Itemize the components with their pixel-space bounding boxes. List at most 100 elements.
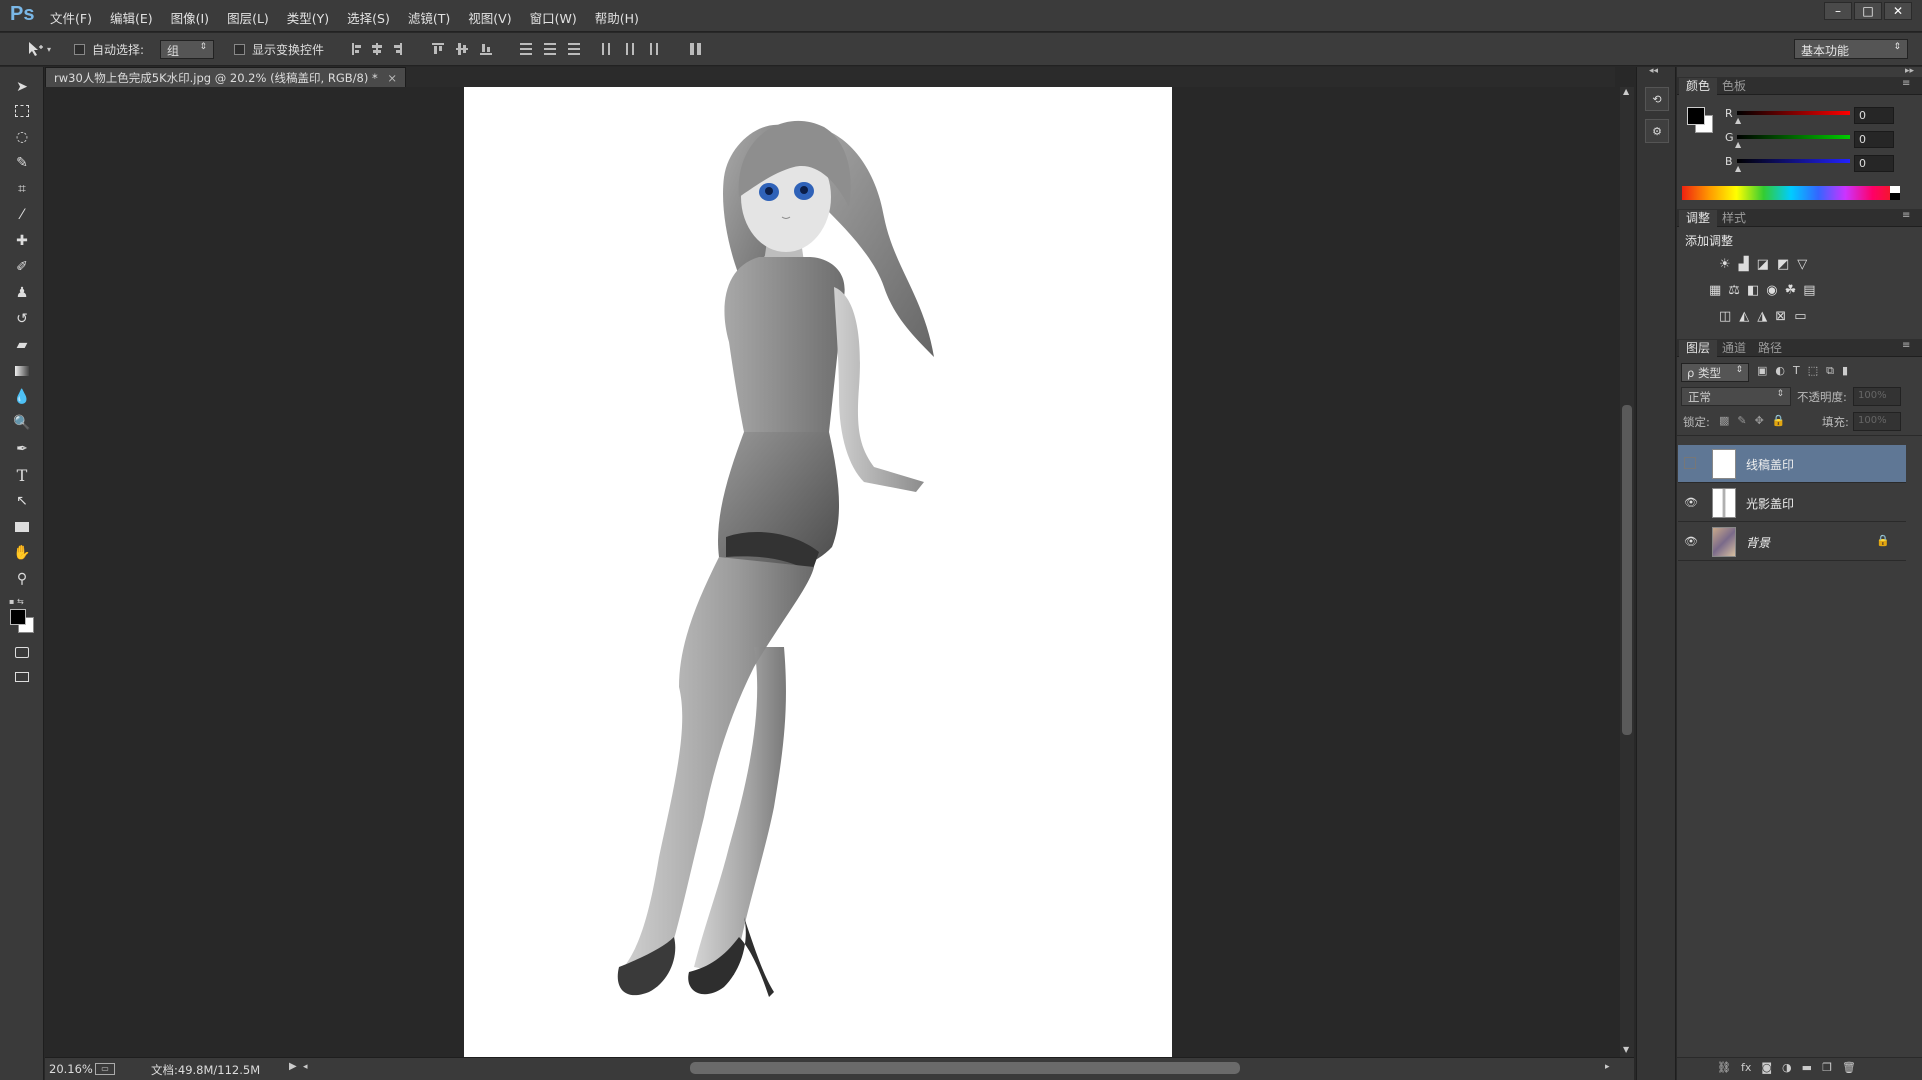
black-white-ramp[interactable] <box>1890 186 1900 200</box>
horizontal-scroll-thumb[interactable] <box>690 1062 1240 1074</box>
layer-row-lighting[interactable]: 👁 光影盖印 <box>1678 484 1906 522</box>
swap-colors-icon[interactable]: ▪ ⇆ <box>9 597 35 606</box>
workspace-dropdown[interactable]: 基本功能 ⇕ <box>1794 39 1908 59</box>
tab-color[interactable]: 颜色 <box>1679 78 1718 95</box>
eyedropper-tool-icon[interactable]: ⁄ <box>12 205 32 225</box>
shape-filter-icon[interactable]: ⬚ <box>1808 364 1818 378</box>
type-filter-icon[interactable]: T <box>1793 364 1800 378</box>
color-spectrum-bar[interactable] <box>1682 186 1900 200</box>
tab-layers[interactable]: 图层 <box>1679 340 1718 357</box>
move-tool-preset[interactable]: ▾ <box>26 39 62 59</box>
brightness-contrast-icon[interactable]: ☀ <box>1719 257 1731 272</box>
crop-tool-icon[interactable]: ⌗ <box>12 179 32 199</box>
curves-icon[interactable]: ◪ <box>1757 257 1769 272</box>
scroll-left-arrow-icon[interactable]: ◂ <box>303 1062 308 1072</box>
close-window-button[interactable]: ✕ <box>1884 2 1912 20</box>
posterize-icon[interactable]: ◭ <box>1739 309 1749 324</box>
type-tool-icon[interactable]: T <box>12 465 32 485</box>
tab-channels[interactable]: 通道 <box>1715 340 1753 357</box>
blend-mode-dropdown[interactable]: 正常 ⇕ <box>1681 387 1791 406</box>
color-lookup-icon[interactable]: ▤ <box>1803 283 1815 298</box>
filter-toggle-icon[interactable]: ▮ <box>1842 364 1848 378</box>
black-white-icon[interactable]: ◧ <box>1747 283 1759 298</box>
color-balance-icon[interactable]: ⚖ <box>1728 283 1740 298</box>
quick-mask-icon[interactable] <box>12 642 32 662</box>
threshold-icon[interactable]: ◮ <box>1757 309 1767 324</box>
levels-icon[interactable]: ▟ <box>1739 257 1749 272</box>
green-slider[interactable] <box>1737 135 1850 139</box>
tab-swatches[interactable]: 色板 <box>1715 78 1753 95</box>
align-distribute-icons[interactable] <box>350 41 710 57</box>
history-panel-icon[interactable]: ⟲ <box>1645 87 1669 111</box>
color-foreground-swatch[interactable] <box>1687 107 1705 125</box>
blur-tool-icon[interactable]: 💧 <box>12 387 32 407</box>
pixel-filter-icon[interactable]: ▣ <box>1757 364 1767 378</box>
foreground-color-swatch[interactable] <box>10 609 26 625</box>
panel-menu-icon[interactable]: ≡ <box>1902 78 1910 89</box>
panel-menu-icon[interactable]: ≡ <box>1902 340 1910 351</box>
quick-select-tool-icon[interactable]: ✎ <box>12 153 32 173</box>
fill-field[interactable]: 100% <box>1853 412 1901 431</box>
collapse-arrows-icon[interactable]: ◂◂ <box>1649 66 1658 76</box>
menu-help[interactable]: 帮助(H) <box>595 8 639 27</box>
tab-styles[interactable]: 样式 <box>1715 210 1753 227</box>
blue-value[interactable]: 0 <box>1854 155 1894 172</box>
zoom-tool-icon[interactable]: ⚲ <box>12 569 32 589</box>
delete-layer-icon[interactable]: 🗑 <box>1842 1061 1856 1074</box>
lock-image-icon[interactable]: ✎ <box>1737 414 1746 427</box>
new-group-icon[interactable]: ▬ <box>1802 1061 1812 1074</box>
dodge-tool-icon[interactable]: 🔍 <box>12 413 32 433</box>
layer-filter-dropdown[interactable]: ρ 类型 ⇕ <box>1681 363 1749 382</box>
healing-brush-tool-icon[interactable]: ✚ <box>12 231 32 251</box>
scroll-down-arrow-icon[interactable]: ▼ <box>1623 1045 1629 1054</box>
vertical-scroll-thumb[interactable] <box>1622 405 1632 735</box>
properties-panel-icon[interactable]: ⚙ <box>1645 119 1669 143</box>
scroll-up-arrow-icon[interactable]: ▲ <box>1623 87 1629 96</box>
document-canvas[interactable] <box>464 87 1172 1057</box>
document-tab[interactable]: rw30人物上色完成5K水印.jpg @ 20.2% (线稿盖印, RGB/8)… <box>45 67 407 87</box>
show-transform-checkbox[interactable] <box>234 44 245 55</box>
eye-icon[interactable]: 👁 <box>1684 535 1698 548</box>
layer-row-background[interactable]: 👁 背景 🔒 <box>1678 523 1906 561</box>
history-brush-tool-icon[interactable]: ↺ <box>12 309 32 329</box>
gradient-map-icon[interactable]: ▭ <box>1794 309 1806 324</box>
status-menu-arrow-icon[interactable]: ▶ <box>289 1061 297 1072</box>
menu-select[interactable]: 选择(S) <box>347 8 390 27</box>
hand-tool-icon[interactable]: ✋ <box>12 543 32 563</box>
vibrance-icon[interactable]: ▽ <box>1797 257 1807 272</box>
zoom-level[interactable]: 20.16% <box>49 1062 93 1076</box>
menu-view[interactable]: 视图(V) <box>468 8 511 27</box>
green-slider-handle-icon[interactable]: ▲ <box>1735 140 1741 149</box>
photo-filter-icon[interactable]: ◉ <box>1766 283 1777 298</box>
eye-icon[interactable]: 👁 <box>1684 496 1698 509</box>
stamp-tool-icon[interactable]: ♟ <box>12 283 32 303</box>
panel-menu-icon[interactable]: ≡ <box>1902 210 1910 221</box>
channel-mixer-icon[interactable]: ☘ <box>1785 283 1797 298</box>
path-select-tool-icon[interactable]: ↖ <box>12 491 32 511</box>
maximize-button[interactable]: □ <box>1854 2 1882 20</box>
lock-position-icon[interactable]: ✥ <box>1755 414 1764 427</box>
red-value[interactable]: 0 <box>1854 107 1894 124</box>
blue-slider[interactable] <box>1737 159 1850 163</box>
expand-arrows-icon[interactable]: ▸▸ <box>1905 66 1914 76</box>
layer-row-lineart[interactable]: 线稿盖印 <box>1678 445 1906 483</box>
hue-saturation-icon[interactable]: ▦ <box>1709 283 1721 298</box>
blue-slider-handle-icon[interactable]: ▲ <box>1735 164 1741 173</box>
auto-select-dropdown[interactable]: 组 ⇕ <box>160 40 214 59</box>
gradient-tool-icon[interactable] <box>12 361 32 381</box>
lock-transparent-icon[interactable]: ▩ <box>1719 414 1729 427</box>
move-tool-icon[interactable]: ➤ <box>12 77 32 97</box>
menu-edit[interactable]: 编辑(E) <box>110 8 153 27</box>
invert-icon[interactable]: ◫ <box>1719 309 1731 324</box>
tab-adjustments[interactable]: 调整 <box>1679 210 1718 227</box>
green-value[interactable]: 0 <box>1854 131 1894 148</box>
marquee-tool-icon[interactable] <box>12 101 32 121</box>
menu-layer[interactable]: 图层(L) <box>227 8 269 27</box>
minimize-button[interactable]: – <box>1824 2 1852 20</box>
new-adjustment-icon[interactable]: ◑ <box>1782 1061 1792 1074</box>
smart-object-filter-icon[interactable]: ⧉ <box>1826 364 1834 378</box>
proof-icon[interactable]: ▭ <box>95 1063 115 1075</box>
opacity-field[interactable]: 100% <box>1853 387 1901 406</box>
selective-color-icon[interactable]: ⊠ <box>1775 309 1786 324</box>
red-slider[interactable] <box>1737 111 1850 115</box>
